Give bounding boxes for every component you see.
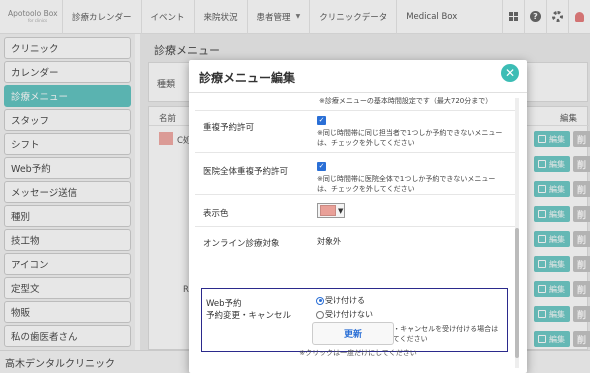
overlap-label: 重複予約許可: [203, 123, 255, 133]
overlap-row: 重複予約許可 ✓ ※同じ時間帯に同じ担当者で1つしか予約できないメニュー は、チ…: [195, 111, 517, 153]
clinic-overlap-label: 医院全体重複予約許可: [203, 167, 289, 177]
edit-menu-modal: 診療メニュー編集 ✕ ※診療メニューの基本時間設定です（最大720分まで） 重複…: [189, 60, 527, 373]
overlap-note-line2: は、チェックを外してください: [317, 139, 415, 147]
chevron-down-icon: ▼: [338, 206, 344, 215]
online-row: オンライン診療対象 対象外: [195, 227, 517, 255]
radio-accept-option[interactable]: 受け付ける: [316, 295, 365, 306]
display-color-row: 表示色 ▼: [195, 195, 517, 227]
online-label: オンライン診療対象: [203, 239, 280, 249]
web-booking-label-line2: 予約変更・キャンセル: [206, 311, 292, 321]
clinic-overlap-row: 医院全体重複予約許可 ✓ ※同じ時間帯に医院全体で1つしか予約できないメニュー …: [195, 153, 517, 195]
color-picker-box[interactable]: ▼: [317, 203, 345, 218]
update-button[interactable]: 更新: [312, 322, 394, 345]
close-icon[interactable]: ✕: [501, 64, 519, 82]
radio-reject-label: 受け付けない: [325, 310, 373, 319]
clinic-overlap-note-line2: は、チェックを外してください: [317, 185, 415, 193]
online-value: 対象外: [317, 237, 341, 246]
web-booking-label-line1: Web予約: [206, 299, 242, 309]
radio-reject[interactable]: [316, 310, 324, 319]
radio-reject-option[interactable]: 受け付けない: [316, 309, 373, 320]
modal-scrollbar-thumb[interactable]: [515, 228, 519, 358]
modal-title: 診療メニュー編集: [199, 71, 296, 85]
clinic-overlap-checkbox[interactable]: ✓: [317, 162, 326, 171]
clinic-overlap-field: ✓ ※同じ時間帯に医院全体で1つしか予約できないメニュー は、チェックを外してく…: [317, 162, 495, 194]
radio-accept[interactable]: [316, 296, 324, 305]
overlap-checkbox[interactable]: ✓: [317, 116, 326, 125]
duration-row: ※診療メニューの基本時間設定です（最大720分まで）: [195, 93, 517, 111]
display-color-label: 表示色: [203, 209, 229, 219]
clinic-overlap-note-line1: ※同じ時間帯に医院全体で1つしか予約できないメニュー: [317, 175, 496, 183]
overlap-field: ✓ ※同じ時間帯に同じ担当者で1つしか予約できないメニュー は、チェックを外して…: [317, 116, 502, 148]
click-once-note: ※クリックは一度だけにしてください: [299, 349, 417, 357]
overlap-note-line1: ※同じ時間帯に同じ担当者で1つしか予約できないメニュー: [317, 129, 503, 137]
color-picker[interactable]: ▼: [317, 203, 345, 218]
color-swatch: [320, 205, 336, 216]
duration-note: ※診療メニューの基本時間設定です（最大720分まで）: [319, 97, 493, 105]
radio-accept-label: 受け付ける: [325, 296, 365, 305]
modal-scrollbar[interactable]: [515, 98, 519, 368]
